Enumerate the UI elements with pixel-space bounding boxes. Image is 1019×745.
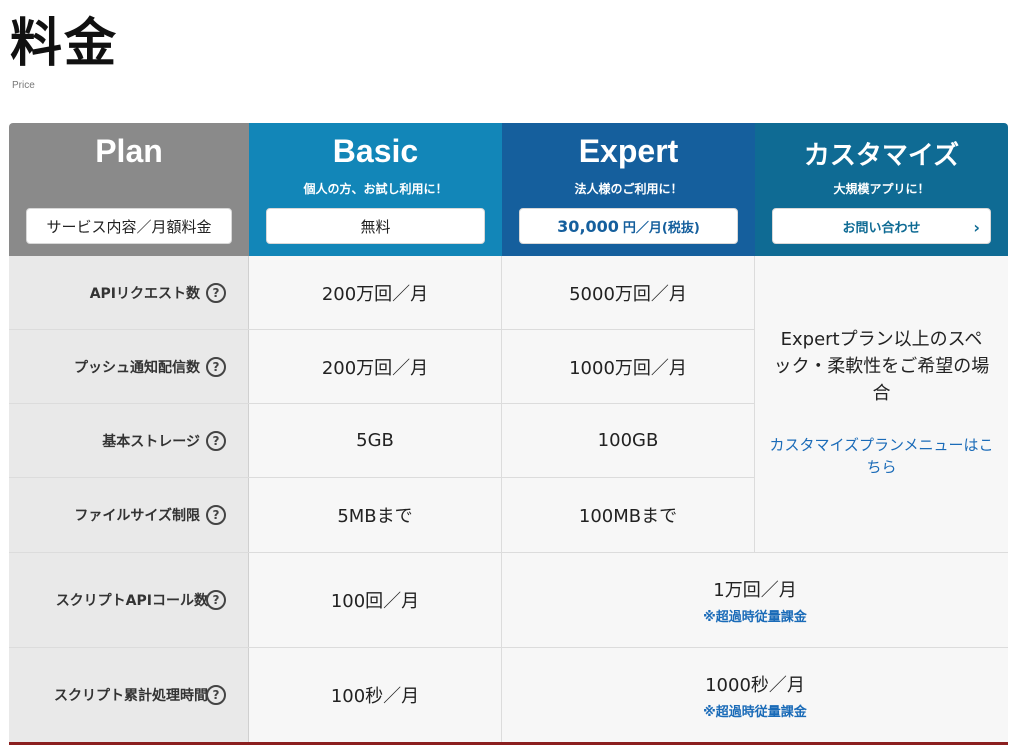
basic-price-button: 無料 (266, 208, 485, 244)
custom-plan-title: カスタマイズ (803, 140, 960, 170)
expert-custom-value: 1万回／月 ※超過時従量課金 (502, 553, 1008, 647)
basic-plan-subtitle: 個人の方、お試し利用に！ (303, 182, 448, 196)
basic-value: 100秒／月 (249, 648, 502, 742)
expert-value: 100GB (502, 404, 755, 477)
service-content-button: サービス内容／月額料金 (26, 208, 232, 244)
row-label-text: スクリプト累計処理時間 (54, 688, 208, 704)
expert-custom-value: 1000秒／月 ※超過時従量課金 (502, 648, 1008, 742)
row-label-text: APIリクエスト数 (89, 285, 200, 302)
row-label: スクリプト累計処理時間 ? (9, 648, 249, 742)
basic-plan-title: Basic (332, 133, 419, 169)
help-icon[interactable]: ? (206, 685, 226, 705)
page-title: 料金 (10, 14, 119, 74)
help-icon[interactable]: ? (206, 356, 226, 377)
basic-plan-header: Basic 個人の方、お試し利用に！ 無料 (249, 123, 502, 256)
row-label-text: 基本ストレージ (102, 433, 200, 450)
expert-price-button: 30,000 円／月(税抜) (519, 208, 738, 244)
expert-price-amount: 30,000 (557, 216, 619, 236)
basic-value: 200万回／月 (249, 330, 502, 403)
custom-plan-subtitle: 大規模アプリに！ (833, 182, 930, 196)
expert-plan-title: Expert (578, 133, 679, 169)
row-label-text: ファイルサイズ制限 (74, 508, 200, 524)
chevron-right-icon: › (973, 218, 980, 237)
row-label: 基本ストレージ ? (9, 404, 249, 477)
help-icon[interactable]: ? (206, 505, 226, 525)
expert-custom-value-text: 1000秒／月 (705, 674, 805, 696)
table-row: スクリプト累計処理時間 ? 100秒／月 1000秒／月 ※超過時従量課金 (9, 648, 1008, 742)
expert-plan-header: Expert 法人様のご利用に！ 30,000 円／月(税抜) (502, 123, 755, 256)
overage-note: ※超過時従量課金 (703, 704, 807, 720)
row-label-text: スクリプトAPIコール数 (55, 593, 208, 609)
row-label-text: プッシュ通知配信数 (74, 359, 200, 376)
expert-value: 5000万回／月 (502, 256, 755, 329)
contact-button-label: お問い合わせ (842, 220, 921, 236)
custom-plan-menu-link[interactable]: カスタマイズプランメニューはこちら (765, 434, 998, 478)
help-icon[interactable]: ? (206, 430, 226, 451)
expert-custom-value-text: 1万回／月 (713, 579, 797, 601)
custom-plan-description: Expertプラン以上のスペック・柔軟性をご希望の場合 (773, 329, 990, 404)
expert-price-unit: 円／月(税抜) (622, 220, 700, 236)
page-subtitle: Price (12, 80, 35, 91)
basic-value: 5GB (249, 404, 502, 477)
basic-value: 5MBまで (249, 478, 502, 552)
help-icon[interactable]: ? (206, 282, 226, 303)
row-label: ファイルサイズ制限 ? (9, 478, 249, 552)
basic-value: 100回／月 (249, 553, 502, 647)
table-row: スクリプトAPIコール数 ? 100回／月 1万回／月 ※超過時従量課金 (9, 553, 1008, 648)
pricing-table: Plan サービス内容／月額料金 Basic 個人の方、お試し利用に！ 無料 E… (9, 123, 1008, 745)
contact-button[interactable]: お問い合わせ › (772, 208, 991, 244)
row-label: スクリプトAPIコール数 ? (9, 553, 249, 647)
help-icon[interactable]: ? (206, 590, 226, 610)
plan-header-title: Plan (95, 133, 163, 169)
custom-plan-cell: Expertプラン以上のスペック・柔軟性をご希望の場合 カスタマイズプランメニュ… (755, 256, 1008, 553)
expert-plan-subtitle: 法人様のご利用に！ (574, 182, 683, 196)
custom-plan-header: カスタマイズ 大規模アプリに！ お問い合わせ › (755, 123, 1008, 256)
row-label: プッシュ通知配信数 ? (9, 330, 249, 403)
expert-value: 100MBまで (502, 478, 755, 552)
basic-value: 200万回／月 (249, 256, 502, 329)
expert-value: 1000万回／月 (502, 330, 755, 403)
plan-header: Plan サービス内容／月額料金 (9, 123, 249, 256)
row-label: APIリクエスト数 ? (9, 256, 249, 329)
overage-note: ※超過時従量課金 (703, 609, 807, 625)
